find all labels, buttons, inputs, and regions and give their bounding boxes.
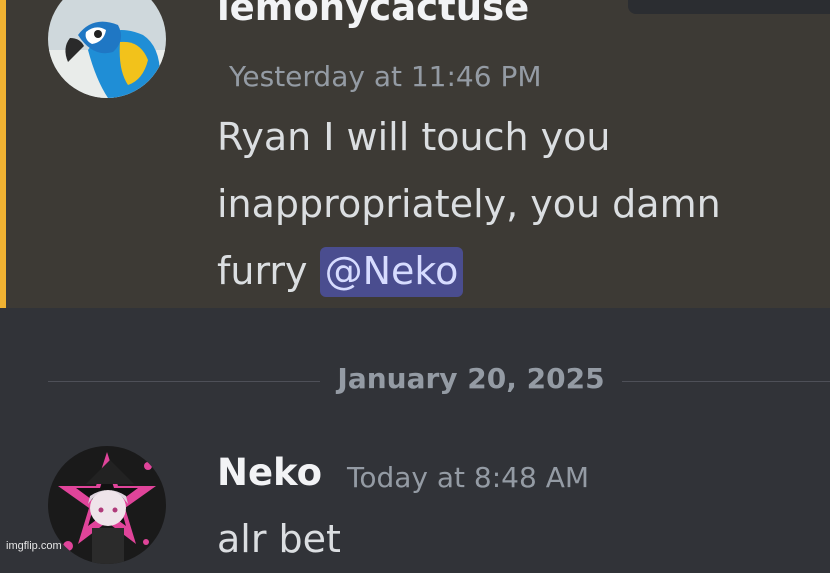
message-line-3: furry @Neko [217,238,464,305]
date-divider-line-right [622,381,830,382]
date-divider-label: January 20, 2025 [337,362,605,395]
date-divider-line-left [48,381,320,382]
message-timestamp[interactable]: Today at 8:48 AM [347,461,589,494]
anime-girl-avatar-icon[interactable] [48,446,166,564]
message-timestamp[interactable]: Yesterday at 11:46 PM [229,60,542,93]
mention-indicator-bar [0,0,6,308]
message-line-1: Ryan I will touch you [217,115,611,159]
imgflip-watermark: imgflip.com [6,540,62,552]
message-line-2: inappropriately, you damn [217,182,721,226]
message-username[interactable]: lemonycactuse [217,0,529,29]
message-username[interactable]: Neko [217,451,322,494]
message-line-3-text: furry [217,249,320,293]
message-line-1: alr bet [217,517,341,561]
message-actions-popout [628,0,830,14]
user-mention[interactable]: @Neko [319,247,464,297]
